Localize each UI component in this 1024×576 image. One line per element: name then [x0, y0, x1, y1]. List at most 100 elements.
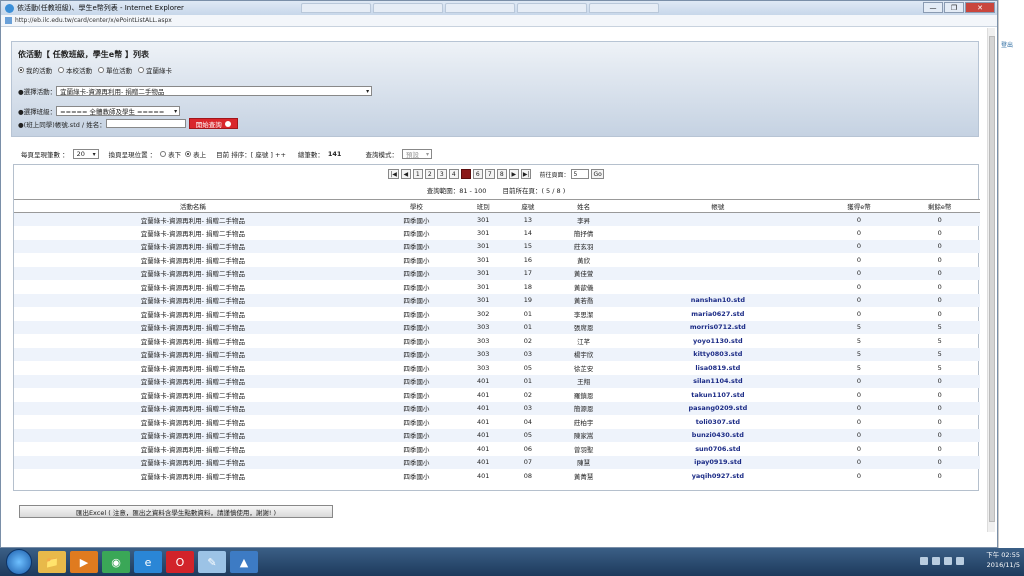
- column-header[interactable]: 座號: [505, 199, 551, 213]
- mode-select[interactable]: 預設: [401, 149, 432, 159]
- tray-icon[interactable]: [920, 557, 928, 565]
- pager-position-down-radio[interactable]: 表下: [160, 149, 181, 159]
- activity-select[interactable]: 宜蘭綠卡-資源再利用- 捐贈二手物品: [56, 86, 373, 96]
- last-page-button[interactable]: ▶|: [520, 169, 532, 179]
- column-header[interactable]: 獲得e幣: [818, 199, 900, 213]
- search-input[interactable]: [105, 119, 186, 128]
- tray-icon[interactable]: [932, 557, 940, 565]
- goto-label: 前往頁面：: [539, 171, 570, 179]
- activity-cell: 宜蘭綠卡-資源再利用- 捐贈二手物品: [140, 472, 245, 481]
- class-cell: 301: [460, 212, 506, 226]
- class-cell: 401: [460, 455, 506, 469]
- class-cell: 301: [460, 239, 506, 253]
- options-bar: 每頁呈現筆數 ： 20 換頁呈現位置 ： 表下 表上 目前 排序：[ 座號 ] …: [21, 149, 432, 159]
- scope-radio-unit[interactable]: 單位活動: [98, 65, 132, 75]
- media-player-icon[interactable]: ▶: [70, 551, 98, 573]
- sort-status: 目前 排序：[ 座號 ] ++: [216, 151, 286, 159]
- close-button[interactable]: ✕: [965, 2, 995, 13]
- logout-link[interactable]: 登出: [1001, 42, 1013, 49]
- volume-icon[interactable]: [956, 557, 964, 565]
- opera-icon[interactable]: O: [166, 551, 194, 573]
- network-icon[interactable]: [944, 557, 952, 565]
- address-bar[interactable]: http://eb.ilc.edu.tw/card/center/x/ePoin…: [1, 15, 997, 27]
- tab[interactable]: [589, 3, 659, 13]
- remaining-cell: 0: [937, 390, 942, 399]
- page-1-button[interactable]: 1: [412, 169, 423, 179]
- account-cell: toli0307.std: [695, 417, 740, 426]
- seat-cell: 05: [505, 428, 551, 442]
- goto-page-input[interactable]: 5: [571, 169, 590, 179]
- next-page-button[interactable]: ▶: [508, 169, 519, 179]
- name-cell: 莊柏宇: [573, 418, 594, 427]
- first-page-button[interactable]: |◀: [388, 169, 399, 179]
- export-excel-button[interactable]: 匯出Excel ( 注意，匯出之資料含學生點數資料，請謹慎使用，謝謝! ): [19, 505, 333, 518]
- page-7-button[interactable]: 7: [484, 169, 495, 179]
- radio-icon: [138, 67, 144, 73]
- table-row: 宜蘭綠卡-資源再利用- 捐贈二手物品 四季國小 401 05 陳家嵩 bunzi0430.…: [14, 428, 980, 442]
- page-4-button[interactable]: 4: [448, 169, 459, 179]
- goto-button[interactable]: Go: [591, 169, 604, 179]
- table-row: 宜蘭綠卡-資源再利用- 捐贈二手物品 四季國小 401 07 陳慧 ipay0919.st…: [14, 455, 980, 469]
- page-6-button[interactable]: 6: [472, 169, 483, 179]
- scrollbar-thumb[interactable]: [989, 36, 995, 522]
- remaining-cell: 0: [899, 239, 980, 253]
- total-count: 141: [327, 150, 342, 158]
- clock[interactable]: 下午 02:55 2016/11/5: [986, 550, 1020, 570]
- column-header[interactable]: 學校: [371, 199, 461, 213]
- class-cell: 401: [460, 428, 506, 442]
- seat-cell: 05: [523, 363, 532, 372]
- scope-radio-school[interactable]: 本校活動: [58, 65, 92, 75]
- per-page-select[interactable]: 20: [72, 149, 99, 159]
- scope-radio-greencard[interactable]: 宜蘭綠卡: [138, 65, 172, 75]
- tab[interactable]: [445, 3, 515, 13]
- page-3-button[interactable]: 3: [436, 169, 447, 179]
- seat-cell: 07: [505, 455, 551, 469]
- column-header[interactable]: 帳號: [617, 199, 819, 213]
- page-8-button[interactable]: 8: [496, 169, 507, 179]
- activity-cell: 宜蘭綠卡-資源再利用- 捐贈二手物品: [140, 418, 245, 427]
- column-header[interactable]: 班別: [460, 199, 506, 213]
- folder-icon[interactable]: 📁: [38, 551, 66, 573]
- ie-icon[interactable]: e: [134, 551, 162, 573]
- window-title: 依活動(任教班級)、學生e幣列表 - Internet Explorer: [17, 4, 184, 12]
- table-row: 宜蘭綠卡-資源再利用- 捐贈二手物品 四季國小 301 16 黃欣 0 0: [14, 253, 980, 267]
- class-label: ●選擇班級: [18, 108, 50, 116]
- remaining-cell: 0: [937, 282, 942, 291]
- prev-page-button[interactable]: ◀: [400, 169, 411, 179]
- earned-cell: 0: [856, 282, 862, 291]
- seat-cell: 01: [505, 320, 551, 334]
- start-button[interactable]: [6, 549, 32, 575]
- seat-cell: 02: [523, 390, 532, 399]
- maximize-button[interactable]: ❐: [944, 2, 964, 13]
- paint-icon[interactable]: ✎: [198, 551, 226, 573]
- table-row: 宜蘭綠卡-資源再利用- 捐贈二手物品 四季國小 302 01 李思潔 maria0627.…: [14, 307, 980, 321]
- table-header-row: 活動名稱 學校 班別 座號 姓名 帳號 獲得e幣 剩餘e幣: [14, 199, 980, 213]
- minimize-button[interactable]: —: [923, 2, 943, 13]
- chrome-icon[interactable]: ◉: [102, 551, 130, 573]
- tab[interactable]: [517, 3, 587, 13]
- address-url[interactable]: http://eb.ilc.edu.tw/card/center/x/ePoin…: [15, 17, 172, 24]
- column-header[interactable]: 活動名稱: [14, 199, 372, 213]
- remaining-cell: 0: [937, 309, 942, 318]
- seat-cell: 03: [505, 401, 551, 415]
- vertical-scrollbar[interactable]: [987, 28, 995, 532]
- app-icon[interactable]: ▲: [230, 551, 258, 573]
- earned-cell: 0: [818, 374, 900, 388]
- seat-cell: 18: [523, 282, 532, 291]
- activity-cell: 宜蘭綠卡-資源再利用- 捐贈二手物品: [14, 347, 372, 361]
- search-button[interactable]: 開始查詢: [188, 118, 238, 129]
- pager-position-up-radio[interactable]: 表上: [185, 149, 206, 159]
- seat-cell: 04: [523, 417, 532, 426]
- total-label: 總筆數：: [297, 151, 324, 159]
- name-cell: 簡源恩: [550, 401, 618, 415]
- activity-cell: 宜蘭綠卡-資源再利用- 捐贈二手物品: [140, 256, 245, 265]
- tab[interactable]: [373, 3, 443, 13]
- scope-radio-mine[interactable]: 我的活動: [18, 65, 52, 75]
- column-header[interactable]: 姓名: [550, 199, 618, 213]
- activity-label: ●選擇活動: [18, 88, 50, 96]
- school-cell: 四季國小: [403, 337, 430, 346]
- tab[interactable]: [301, 3, 371, 13]
- column-header[interactable]: 剩餘e幣: [899, 199, 980, 213]
- page-2-button[interactable]: 2: [424, 169, 435, 179]
- class-select[interactable]: ===== 全體教師及學生 =====: [56, 106, 181, 116]
